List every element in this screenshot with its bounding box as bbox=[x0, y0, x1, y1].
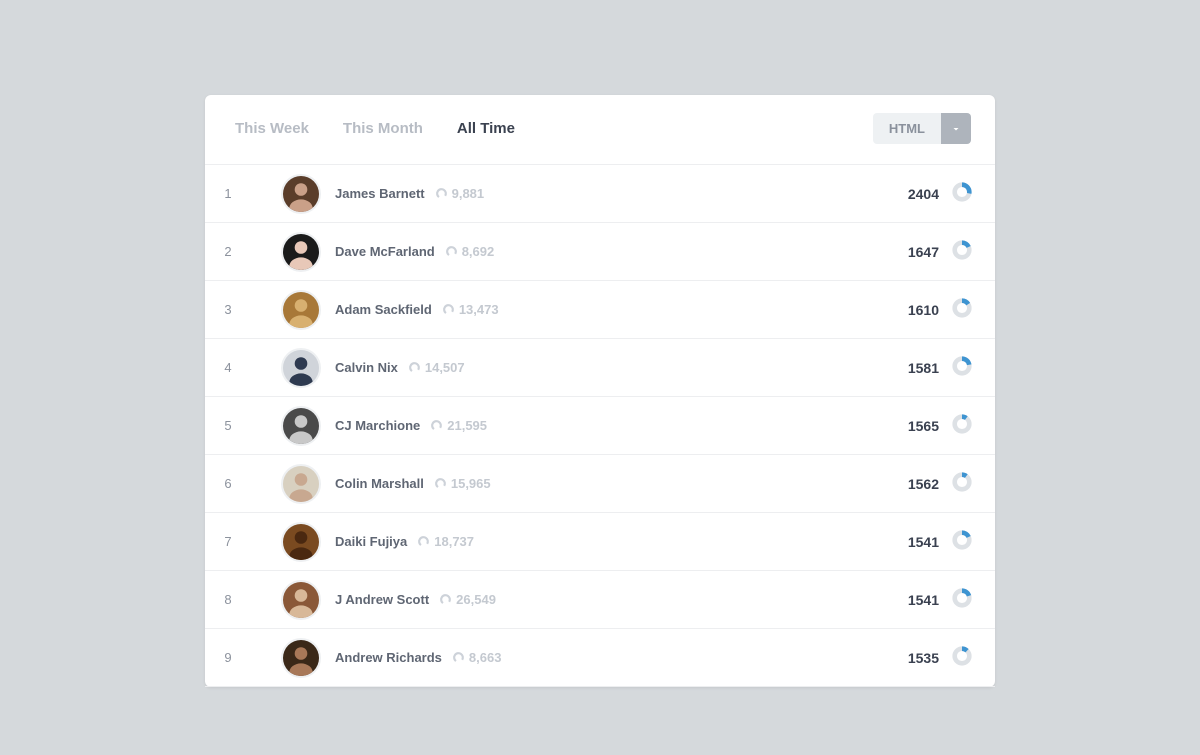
chevron-down-icon bbox=[950, 123, 962, 135]
avatar[interactable] bbox=[281, 580, 321, 620]
leaderboard-list: 1 James Barnett 9,881 2404 2 Dave McFarl… bbox=[205, 165, 995, 687]
points-value: 15,965 bbox=[451, 476, 491, 491]
tab-this-month[interactable]: This Month bbox=[343, 120, 423, 137]
rank-number: 7 bbox=[205, 534, 251, 549]
user-points: 9,881 bbox=[435, 186, 485, 201]
progress-donut-icon bbox=[951, 529, 973, 554]
tab-this-week[interactable]: This Week bbox=[235, 120, 309, 137]
leaderboard-card: This Week This Month All Time HTML 1 Jam… bbox=[205, 95, 995, 687]
tab-all-time[interactable]: All Time bbox=[457, 120, 515, 137]
user-points: 21,595 bbox=[430, 418, 487, 433]
user-points: 8,663 bbox=[452, 650, 502, 665]
user-points: 26,549 bbox=[439, 592, 496, 607]
points-icon bbox=[430, 419, 443, 432]
leaderboard-row[interactable]: 3 Adam Sackfield 13,473 1610 bbox=[205, 281, 995, 339]
avatar[interactable] bbox=[281, 464, 321, 504]
user-name[interactable]: Dave McFarland bbox=[335, 244, 435, 259]
user-points: 8,692 bbox=[445, 244, 495, 259]
avatar[interactable] bbox=[281, 174, 321, 214]
topic-filter[interactable]: HTML bbox=[873, 113, 971, 144]
rank-number: 2 bbox=[205, 244, 251, 259]
rank-number: 4 bbox=[205, 360, 251, 375]
topic-score: 1647 bbox=[908, 244, 939, 260]
topic-filter-toggle[interactable] bbox=[941, 113, 971, 144]
topic-score: 1565 bbox=[908, 418, 939, 434]
topic-score: 1541 bbox=[908, 592, 939, 608]
points-icon bbox=[439, 593, 452, 606]
progress-donut-icon bbox=[951, 297, 973, 322]
topic-filter-label: HTML bbox=[873, 113, 941, 144]
user-points: 18,737 bbox=[417, 534, 474, 549]
points-icon bbox=[408, 361, 421, 374]
points-value: 13,473 bbox=[459, 302, 499, 317]
topic-score: 2404 bbox=[908, 186, 939, 202]
points-value: 8,692 bbox=[462, 244, 495, 259]
leaderboard-row[interactable]: 8 J Andrew Scott 26,549 1541 bbox=[205, 571, 995, 629]
time-range-tabs: This Week This Month All Time bbox=[235, 120, 515, 137]
points-value: 21,595 bbox=[447, 418, 487, 433]
leaderboard-row[interactable]: 2 Dave McFarland 8,692 1647 bbox=[205, 223, 995, 281]
points-value: 9,881 bbox=[452, 186, 485, 201]
user-name[interactable]: Daiki Fujiya bbox=[335, 534, 407, 549]
leaderboard-row[interactable]: 5 CJ Marchione 21,595 1565 bbox=[205, 397, 995, 455]
avatar[interactable] bbox=[281, 348, 321, 388]
topic-score: 1535 bbox=[908, 650, 939, 666]
rank-number: 1 bbox=[205, 186, 251, 201]
user-name[interactable]: Adam Sackfield bbox=[335, 302, 432, 317]
progress-donut-icon bbox=[951, 355, 973, 380]
points-icon bbox=[434, 477, 447, 490]
leaderboard-row[interactable]: 6 Colin Marshall 15,965 1562 bbox=[205, 455, 995, 513]
user-name[interactable]: CJ Marchione bbox=[335, 418, 420, 433]
rank-number: 3 bbox=[205, 302, 251, 317]
points-icon bbox=[435, 187, 448, 200]
topic-score: 1581 bbox=[908, 360, 939, 376]
user-name[interactable]: J Andrew Scott bbox=[335, 592, 429, 607]
rank-number: 5 bbox=[205, 418, 251, 433]
progress-donut-icon bbox=[951, 181, 973, 206]
points-icon bbox=[452, 651, 465, 664]
avatar[interactable] bbox=[281, 522, 321, 562]
user-name[interactable]: Colin Marshall bbox=[335, 476, 424, 491]
rank-number: 9 bbox=[205, 650, 251, 665]
topic-score: 1541 bbox=[908, 534, 939, 550]
progress-donut-icon bbox=[951, 413, 973, 438]
points-icon bbox=[442, 303, 455, 316]
points-value: 14,507 bbox=[425, 360, 465, 375]
avatar[interactable] bbox=[281, 406, 321, 446]
topic-score: 1562 bbox=[908, 476, 939, 492]
leaderboard-row[interactable]: 7 Daiki Fujiya 18,737 1541 bbox=[205, 513, 995, 571]
leaderboard-row[interactable]: 4 Calvin Nix 14,507 1581 bbox=[205, 339, 995, 397]
avatar[interactable] bbox=[281, 232, 321, 272]
topic-score: 1610 bbox=[908, 302, 939, 318]
card-header: This Week This Month All Time HTML bbox=[205, 95, 995, 165]
avatar[interactable] bbox=[281, 638, 321, 678]
progress-donut-icon bbox=[951, 645, 973, 670]
progress-donut-icon bbox=[951, 471, 973, 496]
leaderboard-row[interactable]: 1 James Barnett 9,881 2404 bbox=[205, 165, 995, 223]
user-points: 13,473 bbox=[442, 302, 499, 317]
user-name[interactable]: Andrew Richards bbox=[335, 650, 442, 665]
points-value: 8,663 bbox=[469, 650, 502, 665]
points-value: 26,549 bbox=[456, 592, 496, 607]
points-icon bbox=[417, 535, 430, 548]
user-name[interactable]: James Barnett bbox=[335, 186, 425, 201]
progress-donut-icon bbox=[951, 587, 973, 612]
avatar[interactable] bbox=[281, 290, 321, 330]
user-points: 15,965 bbox=[434, 476, 491, 491]
rank-number: 8 bbox=[205, 592, 251, 607]
user-name[interactable]: Calvin Nix bbox=[335, 360, 398, 375]
points-icon bbox=[445, 245, 458, 258]
leaderboard-row[interactable]: 9 Andrew Richards 8,663 1535 bbox=[205, 629, 995, 687]
rank-number: 6 bbox=[205, 476, 251, 491]
points-value: 18,737 bbox=[434, 534, 474, 549]
user-points: 14,507 bbox=[408, 360, 465, 375]
progress-donut-icon bbox=[951, 239, 973, 264]
